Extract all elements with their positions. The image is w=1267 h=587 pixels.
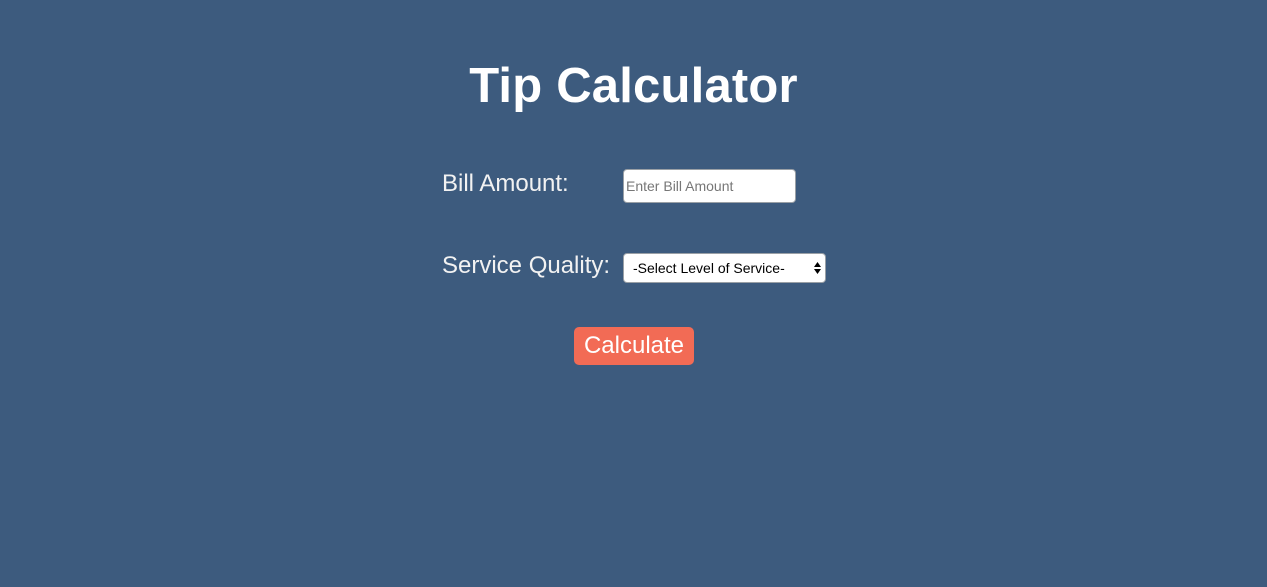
calculate-button[interactable]: Calculate xyxy=(574,327,694,365)
service-quality-select[interactable]: -Select Level of Service- xyxy=(623,253,826,283)
service-quality-label: Service Quality: xyxy=(442,252,611,279)
service-quality-selected-value: -Select Level of Service- xyxy=(633,260,785,276)
bill-amount-label: Bill Amount: xyxy=(442,170,569,197)
up-down-arrows-icon xyxy=(814,262,821,274)
bill-amount-input[interactable] xyxy=(623,169,796,203)
page-title: Tip Calculator xyxy=(469,59,798,113)
